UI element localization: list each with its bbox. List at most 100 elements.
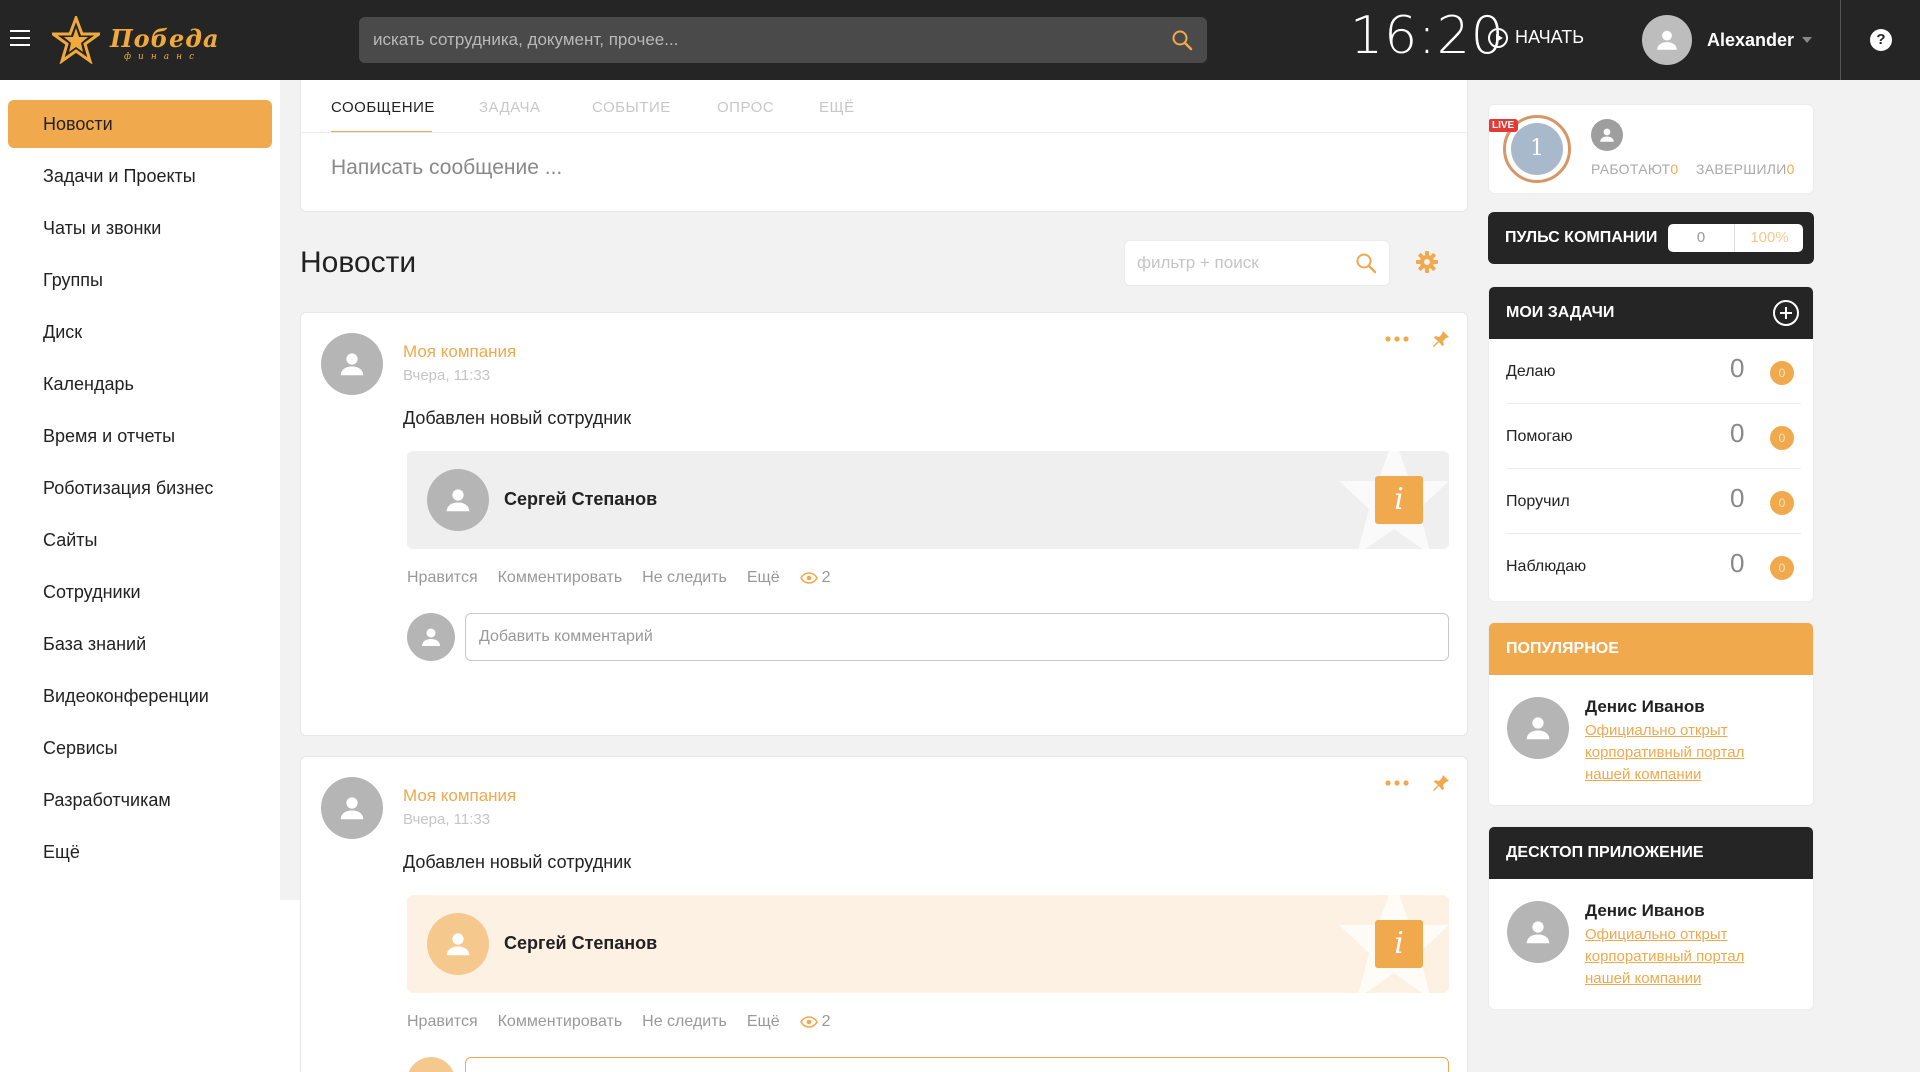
search-input[interactable] bbox=[373, 17, 1153, 63]
task-label: Наблюдаю bbox=[1506, 558, 1587, 575]
search-icon[interactable] bbox=[1355, 252, 1377, 274]
post-author[interactable]: Моя компания bbox=[403, 786, 516, 806]
menu-icon[interactable] bbox=[10, 30, 30, 46]
finished-count: 0 bbox=[1786, 161, 1795, 177]
sidebar-item-groups[interactable]: Группы bbox=[8, 256, 272, 304]
tab-task[interactable]: ЗАДАЧА bbox=[479, 99, 541, 116]
avatar[interactable] bbox=[1507, 697, 1569, 759]
task-row-watching[interactable]: Наблюдаю 0 0 bbox=[1506, 534, 1801, 599]
sidebar-item-videoconferences[interactable]: Видеоконференции bbox=[8, 672, 272, 720]
desktop-link[interactable]: Официально открыт корпоративный портал н… bbox=[1585, 924, 1785, 990]
post-author[interactable]: Моя компания bbox=[403, 342, 516, 362]
sidebar-item-tasks[interactable]: Задачи и Проекты bbox=[8, 152, 272, 200]
user-icon bbox=[1600, 128, 1614, 142]
pin-icon[interactable] bbox=[1431, 329, 1451, 349]
desktop-author: Денис Иванов bbox=[1585, 901, 1705, 920]
tasks-header: МОИ ЗАДАЧИ bbox=[1489, 287, 1813, 339]
tasks-title: МОИ ЗАДАЧИ bbox=[1506, 304, 1615, 321]
task-row-assigned[interactable]: Поручил 0 0 bbox=[1506, 469, 1801, 534]
logo[interactable]: Победа финанс bbox=[52, 16, 222, 64]
sidebar-item-services[interactable]: Сервисы bbox=[8, 724, 272, 772]
logo-star-icon bbox=[52, 16, 100, 64]
task-label: Поручил bbox=[1506, 493, 1570, 510]
sidebar-item-sites[interactable]: Сайты bbox=[8, 516, 272, 564]
tab-poll[interactable]: ОПРОС bbox=[717, 99, 774, 116]
company-pulse[interactable]: ПУЛЬС КОМПАНИИ 0 100% bbox=[1488, 212, 1814, 264]
views-counter: 2 bbox=[799, 1013, 851, 1031]
tab-more[interactable]: ЕЩЁ bbox=[819, 99, 855, 116]
help-button[interactable]: ? bbox=[1870, 29, 1892, 51]
avatar[interactable] bbox=[321, 777, 383, 839]
task-row-helping[interactable]: Помогаю 0 0 bbox=[1506, 404, 1801, 469]
sidebar-item-time-reports[interactable]: Время и отчеты bbox=[8, 412, 272, 460]
sidebar-item-developers[interactable]: Разработчикам bbox=[8, 776, 272, 824]
add-task-icon[interactable] bbox=[1773, 300, 1799, 326]
play-icon bbox=[1488, 27, 1508, 48]
info-button[interactable]: i bbox=[1375, 920, 1423, 968]
page-background bbox=[0, 900, 300, 1072]
post-text: Добавлен новый сотрудник bbox=[403, 408, 632, 428]
unfollow-button[interactable]: Не следить bbox=[642, 569, 727, 587]
global-search bbox=[359, 17, 1207, 63]
gear-icon[interactable] bbox=[1415, 250, 1439, 274]
working-label: РАБОТАЮТ bbox=[1591, 161, 1671, 177]
comment-button[interactable]: Комментировать bbox=[498, 1013, 623, 1031]
more-button[interactable]: Ещё bbox=[747, 1013, 780, 1031]
pulse-value: 0 bbox=[1668, 224, 1735, 252]
info-button[interactable]: i bbox=[1375, 476, 1423, 524]
eye-icon bbox=[799, 572, 818, 584]
sidebar-item-disk[interactable]: Диск bbox=[8, 308, 272, 356]
user-icon bbox=[422, 628, 440, 646]
task-row-doing[interactable]: Делаю 0 0 bbox=[1506, 339, 1801, 404]
top-bar: Победа финанс 16:20 НАЧАТЬ Alexander ? bbox=[0, 0, 1920, 80]
employee-name[interactable]: Сергей Степанов bbox=[504, 489, 657, 510]
pin-icon[interactable] bbox=[1431, 773, 1451, 793]
avatar[interactable] bbox=[321, 333, 383, 395]
post-actions: Нравится Комментировать Не следить Ещё 2 bbox=[407, 1013, 871, 1031]
post-actions: Нравится Комментировать Не следить Ещё 2 bbox=[407, 569, 871, 587]
more-options-icon[interactable] bbox=[1385, 335, 1409, 343]
like-button[interactable]: Нравится bbox=[407, 1013, 478, 1031]
post-time: Вчера, 11:33 bbox=[403, 811, 491, 828]
sidebar: Новости Задачи и Проекты Чаты и звонки Г… bbox=[0, 80, 280, 900]
popular-link[interactable]: Официально открыт корпоративный портал н… bbox=[1585, 720, 1785, 786]
task-count: 0 bbox=[1730, 353, 1745, 383]
working-stat[interactable]: РАБОТАЮТ0 bbox=[1591, 161, 1679, 177]
tab-event[interactable]: СОБЫТИЕ bbox=[592, 99, 671, 116]
more-options-icon[interactable] bbox=[1385, 779, 1409, 787]
comment-button[interactable]: Комментировать bbox=[498, 569, 623, 587]
like-button[interactable]: Нравится bbox=[407, 569, 478, 587]
search-icon[interactable] bbox=[1171, 29, 1193, 51]
sidebar-item-chats[interactable]: Чаты и звонки bbox=[8, 204, 272, 252]
avatar[interactable] bbox=[1507, 901, 1569, 963]
task-badge: 0 bbox=[1770, 361, 1794, 385]
more-button[interactable]: Ещё bbox=[747, 569, 780, 587]
avatar[interactable] bbox=[427, 913, 489, 975]
avatar[interactable] bbox=[427, 469, 489, 531]
post-composer: СООБЩЕНИЕ ЗАДАЧА СОБЫТИЕ ОПРОС ЕЩЁ Напис… bbox=[300, 80, 1469, 212]
sidebar-item-robotization[interactable]: Роботизация бизнес bbox=[8, 464, 272, 512]
employee-name[interactable]: Сергей Степанов bbox=[504, 933, 657, 954]
sidebar-item-knowledge-base[interactable]: База знаний bbox=[8, 620, 272, 668]
employee-card: Сергей Степанов i bbox=[407, 895, 1449, 993]
desktop-app-card: ДЕСКТОП ПРИЛОЖЕНИЕ Денис Иванов Официаль… bbox=[1488, 826, 1814, 1010]
sidebar-item-news[interactable]: Новости bbox=[8, 100, 272, 148]
live-status-card: 1 LIVE РАБОТАЮТ0 ЗАВЕРШИЛИ0 bbox=[1488, 104, 1814, 194]
logo-subtitle: финанс bbox=[124, 52, 202, 62]
task-label: Помогаю bbox=[1506, 428, 1573, 445]
unfollow-button[interactable]: Не следить bbox=[642, 1013, 727, 1031]
task-badge: 0 bbox=[1770, 426, 1794, 450]
message-input[interactable]: Написать сообщение ... bbox=[331, 156, 562, 180]
sidebar-item-more[interactable]: Ещё bbox=[8, 828, 272, 876]
user-menu[interactable]: Alexander bbox=[1642, 15, 1813, 65]
comment-input[interactable] bbox=[466, 1058, 1448, 1072]
tab-message[interactable]: СООБЩЕНИЕ bbox=[331, 99, 435, 116]
desktop-item: Денис Иванов Официально открыт корпорати… bbox=[1489, 879, 1813, 1009]
filter-search-input[interactable] bbox=[1137, 241, 1337, 285]
start-workday-button[interactable]: НАЧАТЬ bbox=[1488, 27, 1584, 48]
task-badge: 0 bbox=[1770, 491, 1794, 515]
finished-stat[interactable]: ЗАВЕРШИЛИ0 bbox=[1696, 161, 1795, 177]
comment-input[interactable] bbox=[466, 614, 1448, 660]
sidebar-item-calendar[interactable]: Календарь bbox=[8, 360, 272, 408]
sidebar-item-employees[interactable]: Сотрудники bbox=[8, 568, 272, 616]
